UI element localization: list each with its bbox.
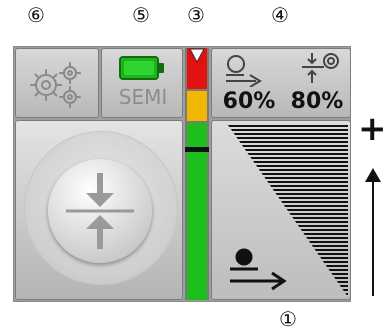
clamp-button[interactable] (48, 159, 152, 263)
level-bar-yellow (187, 91, 207, 121)
clamp-icon (66, 173, 134, 249)
level-pointer-icon (189, 48, 205, 64)
feed-icon (226, 55, 262, 87)
gear-icon (30, 62, 81, 108)
callout-1: ① (279, 307, 297, 331)
level-marker (185, 147, 209, 152)
feed-value: 60% (222, 89, 276, 114)
main-action-tile (15, 120, 183, 300)
battery-icon (119, 56, 164, 80)
settings-button[interactable] (15, 48, 99, 118)
callout-6: ⑥ (27, 3, 45, 27)
mode-label: SEMI (118, 85, 168, 109)
callout-3: ③ (187, 3, 205, 27)
increase-button[interactable]: + (358, 112, 386, 146)
mode-battery-tile[interactable]: SEMI (101, 48, 183, 118)
up-arrow-icon (365, 168, 381, 296)
force-icon (302, 53, 339, 83)
feed-rate-graphic (228, 125, 348, 297)
level-bar (185, 48, 209, 300)
screen: { "callouts": { "c6": "⑥", "c5": "⑤", "c… (0, 0, 386, 335)
feed-force-tile[interactable]: 60% 80% (211, 48, 351, 118)
force-value: 80% (290, 89, 344, 114)
callout-4: ④ (271, 3, 289, 27)
callout-5: ⑤ (132, 3, 150, 27)
feed-direction-icon (230, 248, 287, 291)
feed-rate-tile[interactable] (211, 120, 351, 300)
